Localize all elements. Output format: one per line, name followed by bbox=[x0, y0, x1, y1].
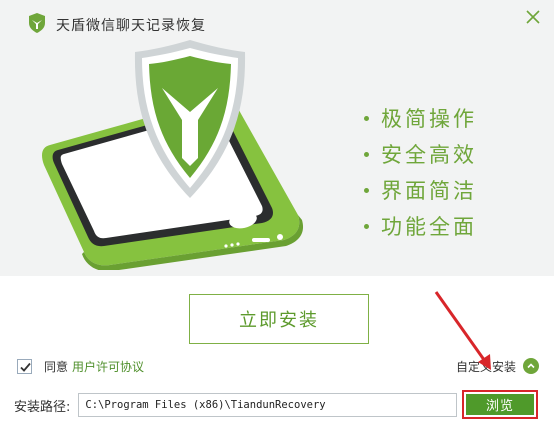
chevron-up-icon[interactable] bbox=[523, 358, 540, 374]
agree-label: 同意 bbox=[44, 359, 69, 374]
bullet-icon bbox=[364, 115, 369, 121]
feature-item: 功能全面 bbox=[364, 208, 477, 244]
feature-item: 界面简洁 bbox=[364, 172, 477, 208]
install-now-button[interactable]: 立即安装 bbox=[189, 294, 369, 344]
app-title: 天盾微信聊天记录恢复 bbox=[56, 18, 206, 34]
browse-label: 浏览 bbox=[466, 394, 534, 415]
custom-install-label: 自定义安装 bbox=[456, 359, 517, 374]
browse-button[interactable]: 浏览 bbox=[462, 390, 538, 419]
feature-label: 界面简洁 bbox=[381, 179, 477, 203]
license-link[interactable]: 用户许可协议 bbox=[72, 358, 144, 375]
close-icon[interactable] bbox=[524, 8, 542, 26]
custom-install-toggle[interactable]: 自定义安装 bbox=[456, 357, 540, 375]
phone-with-shield-illustration bbox=[40, 40, 340, 272]
title-bar: 天盾微信聊天记录恢复 bbox=[0, 0, 554, 44]
feature-list: 极简操作 安全高效 界面简洁 功能全面 bbox=[364, 100, 477, 244]
bullet-icon bbox=[364, 151, 369, 157]
agree-checkbox[interactable] bbox=[17, 358, 32, 374]
feature-item: 极简操作 bbox=[364, 100, 477, 136]
shield-logo-icon bbox=[27, 12, 47, 34]
feature-label: 安全高效 bbox=[381, 143, 477, 167]
feature-label: 极简操作 bbox=[381, 107, 477, 131]
bullet-icon bbox=[364, 187, 369, 193]
license-agreement-row: 同意 用户许可协议 bbox=[17, 357, 144, 375]
install-path-row: 安装路径: bbox=[14, 393, 458, 417]
bullet-icon bbox=[364, 223, 369, 229]
install-path-input[interactable] bbox=[78, 393, 458, 417]
feature-item: 安全高效 bbox=[364, 136, 477, 172]
feature-label: 功能全面 bbox=[381, 215, 477, 239]
install-path-label: 安装路径: bbox=[14, 399, 71, 415]
